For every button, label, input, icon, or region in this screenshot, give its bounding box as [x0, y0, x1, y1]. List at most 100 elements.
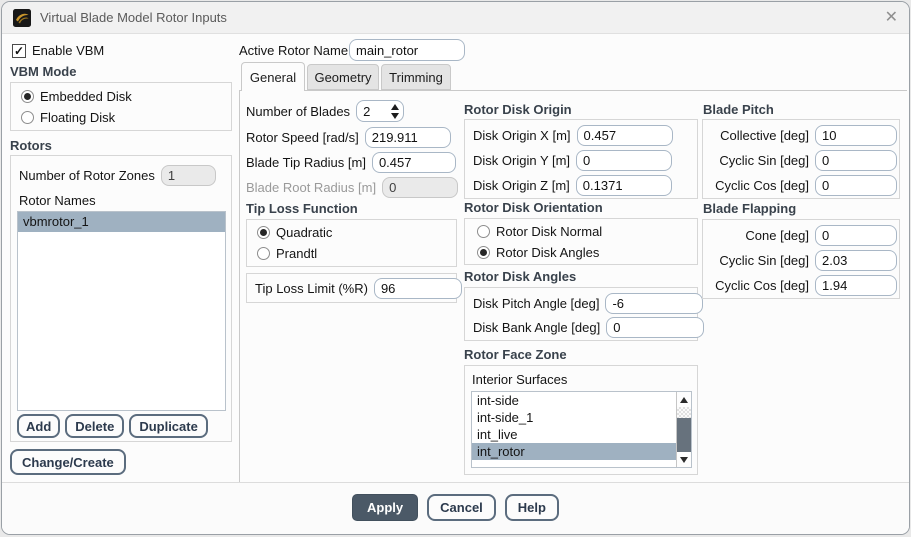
tab-general[interactable]: General — [241, 62, 305, 91]
flap-cyclic-sin-label: Cyclic Sin [deg] — [719, 253, 809, 268]
rotor-names-list[interactable]: vbmrotor_1 — [17, 211, 226, 411]
number-of-blades-label: Number of Blades — [246, 103, 351, 119]
vbm-mode-heading: VBM Mode — [10, 64, 77, 79]
rotor-face-zone-heading: Rotor Face Zone — [464, 347, 567, 362]
blade-pitch-group: Collective [deg] Cyclic Sin [deg] Cyclic… — [702, 119, 900, 199]
blade-flapping-heading: Blade Flapping — [703, 201, 797, 216]
disk-bank-angle-input[interactable] — [606, 317, 705, 338]
surface-item-selected[interactable]: int_rotor — [472, 443, 676, 460]
disk-pitch-angle-label: Disk Pitch Angle [deg] — [473, 296, 600, 311]
close-icon[interactable]: ✕ — [885, 9, 898, 26]
surface-item[interactable]: int_live — [472, 426, 676, 443]
rotor-face-zone-group: Interior Surfaces int-side int-side_1 in… — [464, 365, 698, 475]
blade-tip-radius-row: Blade Tip Radius [m] — [246, 152, 456, 173]
pitch-cyclic-cos-row: Cyclic Cos [deg] — [709, 175, 897, 196]
blade-root-radius-input[interactable] — [382, 177, 459, 198]
scroll-down-icon[interactable] — [677, 452, 691, 467]
radio-embedded-disk[interactable]: Embedded Disk — [21, 89, 132, 104]
scrollbar-thumb[interactable] — [677, 418, 691, 452]
radio-disk-normal[interactable]: Rotor Disk Normal — [477, 224, 602, 239]
stepper-up-icon[interactable] — [391, 103, 400, 110]
embedded-disk-label: Embedded Disk — [40, 89, 132, 104]
interior-surfaces-list[interactable]: int-side int-side_1 int_live int_rotor — [471, 391, 692, 468]
floating-disk-radio-icon[interactable] — [21, 111, 34, 124]
pitch-cyclic-sin-input[interactable] — [815, 150, 897, 171]
flap-cyclic-sin-input[interactable] — [815, 250, 897, 271]
disk-pitch-angle-input[interactable] — [605, 293, 704, 314]
disk-origin-y-input[interactable] — [576, 150, 673, 171]
disk-angles-label: Rotor Disk Angles — [496, 245, 600, 260]
rotor-disk-angles-heading: Rotor Disk Angles — [464, 269, 577, 284]
radio-prandtl[interactable]: Prandtl — [257, 246, 317, 261]
stepper-arrows-icon[interactable] — [391, 103, 400, 119]
radio-quadratic[interactable]: Quadratic — [257, 225, 332, 240]
blade-tip-radius-label: Blade Tip Radius [m] — [246, 155, 366, 170]
surface-item[interactable]: int-side_1 — [472, 409, 676, 426]
disk-angles-radio-icon[interactable] — [477, 246, 490, 259]
disk-normal-label: Rotor Disk Normal — [496, 224, 603, 239]
disk-normal-radio-icon[interactable] — [477, 225, 490, 238]
disk-origin-z-input[interactable] — [575, 175, 672, 196]
quadratic-radio-icon[interactable] — [257, 226, 270, 239]
rotor-disk-orientation-group: Rotor Disk Normal Rotor Disk Angles — [464, 218, 698, 265]
tab-trimming-label: Trimming — [389, 69, 443, 85]
flap-cyclic-sin-row: Cyclic Sin [deg] — [709, 250, 897, 271]
surface-item[interactable]: int-side — [472, 392, 676, 409]
flap-cyclic-cos-label: Cyclic Cos [deg] — [715, 278, 809, 293]
add-button[interactable]: Add — [17, 414, 61, 438]
disk-bank-angle-label: Disk Bank Angle [deg] — [473, 320, 601, 335]
apply-button[interactable]: Apply — [352, 494, 419, 521]
vbm-mode-group: Embedded Disk Floating Disk — [10, 82, 232, 131]
cone-label: Cone [deg] — [745, 228, 809, 243]
window-title: Virtual Blade Model Rotor Inputs — [40, 10, 227, 25]
blade-root-radius-row: Blade Root Radius [m] — [246, 177, 459, 198]
number-of-blades-row: Number of Blades 2 — [246, 100, 405, 122]
active-rotor-name-label: Active Rotor Name — [239, 43, 349, 58]
tab-geometry[interactable]: Geometry — [307, 64, 379, 90]
collective-input[interactable] — [815, 125, 897, 146]
disk-origin-x-label: Disk Origin X [m] — [473, 128, 571, 143]
list-scrollbar[interactable] — [676, 392, 691, 467]
radio-floating-disk[interactable]: Floating Disk — [21, 110, 115, 125]
enable-vbm-row: ✓ Enable VBM — [12, 43, 104, 58]
help-button[interactable]: Help — [504, 494, 559, 521]
rotor-name-item[interactable]: vbmrotor_1 — [18, 212, 225, 232]
change-create-button[interactable]: Change/Create — [10, 449, 126, 475]
floating-disk-label: Floating Disk — [40, 110, 116, 125]
number-of-blades-stepper[interactable]: 2 — [356, 100, 405, 122]
disk-origin-x-input[interactable] — [576, 125, 673, 146]
tip-loss-limit-row: Tip Loss Limit (%R) — [255, 278, 462, 299]
pitch-cyclic-cos-input[interactable] — [815, 175, 897, 196]
rotor-speed-input[interactable] — [364, 127, 451, 148]
rotor-zones-input[interactable] — [160, 165, 216, 186]
rotor-disk-origin-heading: Rotor Disk Origin — [464, 102, 572, 117]
tip-loss-limit-group: Tip Loss Limit (%R) — [246, 273, 462, 303]
flap-cyclic-cos-input[interactable] — [815, 275, 897, 296]
cancel-button[interactable]: Cancel — [427, 494, 496, 521]
rotor-zones-row: Number of Rotor Zones — [19, 165, 216, 186]
delete-button[interactable]: Delete — [65, 414, 125, 438]
collective-label: Collective [deg] — [720, 128, 809, 143]
pitch-cyclic-sin-row: Cyclic Sin [deg] — [709, 150, 897, 171]
radio-disk-angles[interactable]: Rotor Disk Angles — [477, 245, 599, 260]
scroll-up-icon[interactable] — [677, 392, 691, 407]
stepper-down-icon[interactable] — [391, 112, 400, 119]
rotor-speed-label: Rotor Speed [rad/s] — [246, 130, 359, 145]
cone-input[interactable] — [815, 225, 897, 246]
duplicate-button[interactable]: Duplicate — [129, 414, 208, 438]
cone-row: Cone [deg] — [709, 225, 897, 246]
tab-pane-top-border — [239, 90, 907, 91]
enable-vbm-checkbox[interactable]: ✓ — [12, 43, 26, 58]
enable-vbm-label: Enable VBM — [32, 43, 105, 58]
rotor-zones-label: Number of Rotor Zones — [19, 168, 155, 183]
tab-trimming[interactable]: Trimming — [381, 64, 451, 90]
scrollbar-track[interactable] — [677, 407, 691, 418]
active-rotor-name-input[interactable] — [349, 39, 465, 61]
embedded-disk-radio-icon[interactable] — [21, 90, 34, 103]
blade-tip-radius-input[interactable] — [371, 152, 456, 173]
rotors-group: Number of Rotor Zones Rotor Names vbmrot… — [10, 155, 232, 442]
tip-loss-limit-label: Tip Loss Limit (%R) — [255, 281, 368, 296]
prandtl-radio-icon[interactable] — [257, 247, 270, 260]
rotor-speed-row: Rotor Speed [rad/s] — [246, 127, 451, 148]
tip-loss-limit-input[interactable] — [373, 278, 462, 299]
